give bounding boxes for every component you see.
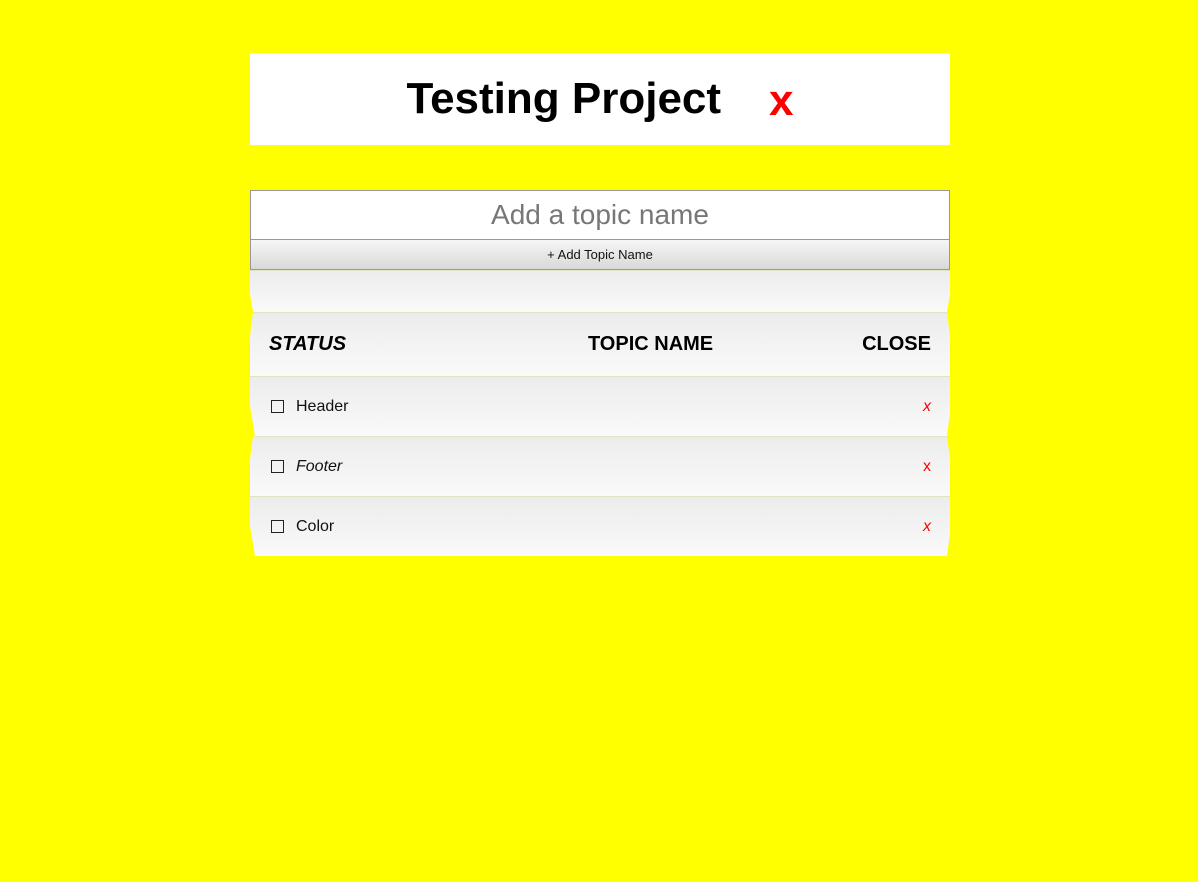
project-container: Testing Project x + Add Topic Name STATU…: [250, 53, 950, 556]
topics-table: STATUS TOPIC NAME CLOSE Header x Footer …: [250, 270, 950, 556]
status-checkbox[interactable]: [271, 460, 284, 473]
table-row: Header x: [250, 376, 950, 436]
table-header-row: STATUS TOPIC NAME CLOSE: [250, 312, 950, 376]
status-header: STATUS: [269, 333, 347, 355]
topic-name-header: TOPIC NAME: [587, 333, 714, 355]
table-row: Footer x: [250, 436, 950, 496]
project-title: Testing Project: [406, 74, 722, 123]
topic-label: Color: [296, 517, 335, 535]
add-topic-button[interactable]: + Add Topic Name: [250, 240, 950, 270]
close-header: CLOSE: [862, 333, 931, 355]
delete-topic-button[interactable]: x: [923, 458, 931, 476]
topic-name-input[interactable]: [250, 190, 950, 240]
delete-topic-button[interactable]: x: [923, 518, 931, 536]
project-header: Testing Project x: [250, 53, 950, 145]
table-row: Color x: [250, 496, 950, 556]
topic-label: Footer: [296, 457, 343, 475]
delete-topic-button[interactable]: x: [923, 398, 931, 416]
close-project-button[interactable]: x: [769, 79, 793, 123]
status-checkbox[interactable]: [271, 520, 284, 533]
status-checkbox[interactable]: [271, 400, 284, 413]
topic-label: Header: [296, 397, 349, 415]
table-top-fold: [250, 270, 950, 312]
